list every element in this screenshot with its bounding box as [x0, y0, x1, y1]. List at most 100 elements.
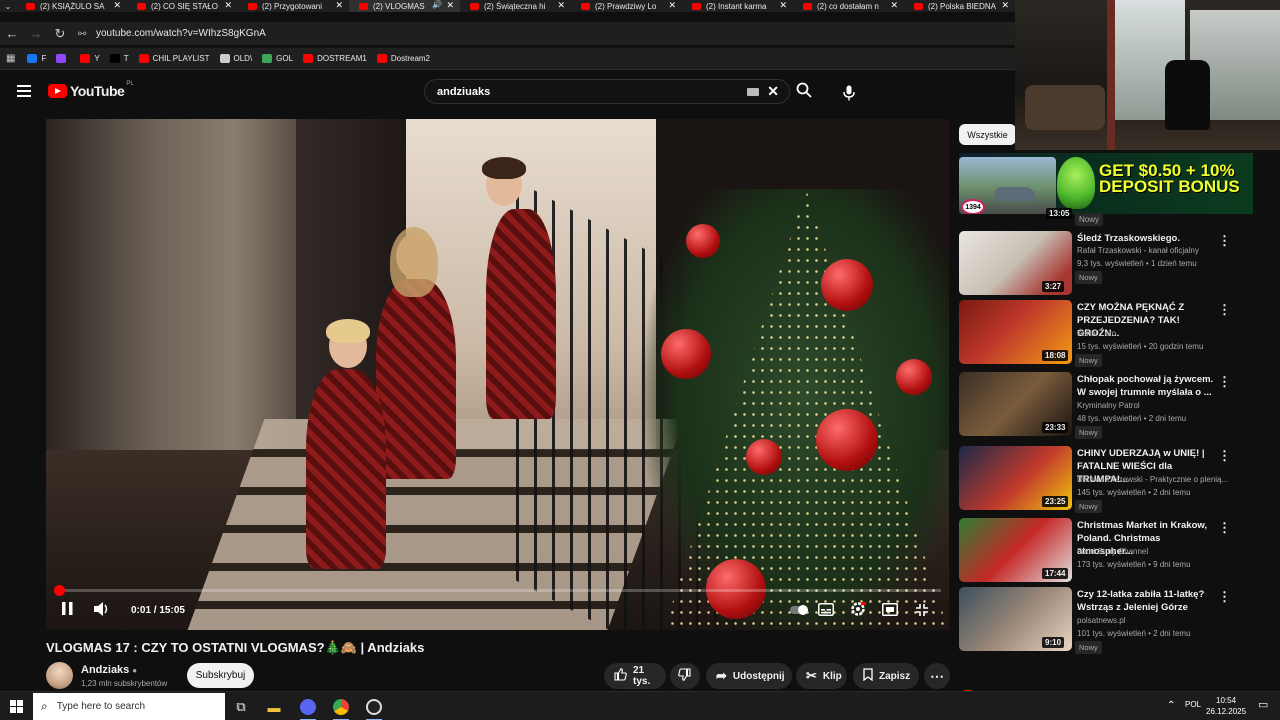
- channel-name[interactable]: Food Story Channel: [1077, 547, 1148, 556]
- new-badge: Nowy: [1075, 641, 1102, 654]
- video-title[interactable]: Chłopak pochował ją żywcem. W swojej tru…: [1077, 373, 1217, 399]
- recommended-video[interactable]: 17:44 Christmas Market in Krakow, Poland.…: [959, 518, 1239, 583]
- more-options-icon[interactable]: ⋮: [1218, 302, 1231, 318]
- clear-search-icon[interactable]: ✕: [767, 83, 779, 100]
- channel-name[interactable]: Kryminalny Patrol: [1077, 401, 1140, 410]
- like-button[interactable]: 21 tys.: [604, 663, 666, 689]
- share-button[interactable]: ➦ Udostępnij: [706, 663, 792, 689]
- bookmark[interactable]: OLD\: [219, 54, 252, 63]
- clip-button[interactable]: ✂ Klip: [796, 663, 847, 689]
- recommended-video[interactable]: 23:33 Chłopak pochował ją żywcem. W swoje…: [959, 372, 1239, 439]
- recommended-video[interactable]: 3:27 Śledź Trzaskowskiego. Rafał Trzaskows…: [959, 231, 1239, 296]
- subscribe-button[interactable]: Subskrybuj: [187, 663, 254, 688]
- more-options-icon[interactable]: ⋮: [1218, 374, 1231, 390]
- chrome-icon[interactable]: [331, 697, 351, 720]
- notifications-icon[interactable]: ▭: [1258, 698, 1268, 711]
- close-tab-icon[interactable]: ✕: [557, 0, 565, 11]
- address-bar[interactable]: ⚯ youtube.com/watch?v=WIhzS8gKGnA: [78, 28, 266, 40]
- video-meta: 9,3 tys. wyświetleń • 1 dzień temu: [1077, 259, 1197, 268]
- browser-tab[interactable]: (2) Przygotowani ✕: [238, 0, 349, 12]
- recommended-video[interactable]: 18:08 CZY MOŻNA PĘKNĄĆ Z PRZEJEDZENIA? TA…: [959, 300, 1239, 367]
- video-duration: 3:27: [1042, 281, 1065, 292]
- channel-avatar[interactable]: [46, 662, 73, 689]
- apps-grid-icon[interactable]: ▦: [6, 53, 15, 64]
- obs-icon[interactable]: [364, 697, 384, 720]
- back-icon[interactable]: ←: [0, 26, 24, 41]
- keyboard-icon[interactable]: [747, 88, 759, 96]
- volume-icon[interactable]: [94, 602, 110, 619]
- forward-icon[interactable]: →: [24, 26, 48, 41]
- search-icon[interactable]: [796, 82, 812, 102]
- taskbar-search-input[interactable]: ⌕ Type here to search: [33, 693, 225, 720]
- browser-tab[interactable]: (2) Polska BIEDNA ✕: [904, 0, 1015, 12]
- discord-icon[interactable]: [298, 697, 318, 720]
- channel-name[interactable]: Rafał Trzaskowski - kanał oficjalny: [1077, 246, 1199, 255]
- bookmark[interactable]: F: [27, 54, 46, 63]
- more-options-icon[interactable]: ⋮: [1218, 589, 1231, 605]
- fullscreen-exit-icon[interactable]: [915, 603, 929, 620]
- channel-name[interactable]: Kanał Zero: [1077, 329, 1116, 338]
- audio-playing-icon[interactable]: 🔊: [432, 0, 442, 9]
- filter-chip-all[interactable]: Wszystkie: [959, 124, 1016, 145]
- bookmark[interactable]: Dostream2: [376, 54, 430, 63]
- microphone-icon[interactable]: [835, 80, 863, 105]
- sponsored-ad[interactable]: 1394 GET $0.50 + 10% DEPOSIT BONUS: [959, 153, 1253, 214]
- system-clock[interactable]: 10:54 26.12.2025: [1206, 695, 1246, 717]
- close-tab-icon[interactable]: ✕: [113, 0, 121, 11]
- site-info-icon[interactable]: ⚯: [78, 29, 88, 40]
- close-tab-icon[interactable]: ✕: [890, 0, 898, 11]
- task-view-icon[interactable]: ⧉: [231, 697, 251, 717]
- browser-tab[interactable]: (2) Prawdziwy Lo ✕: [571, 0, 682, 12]
- close-tab-icon[interactable]: ✕: [668, 0, 676, 11]
- channel-name[interactable]: Damian Olszewski - Praktycznie o plenią.…: [1077, 475, 1228, 484]
- more-options-icon[interactable]: ⋮: [1218, 520, 1231, 536]
- settings-gear-icon[interactable]: [850, 601, 866, 620]
- bookmark[interactable]: Y: [80, 54, 100, 63]
- youtube-logo[interactable]: YouTube PL: [48, 81, 134, 99]
- youtube-favicon-icon: [470, 2, 479, 10]
- browser-tab[interactable]: (2) KSIĄŻULO SA ✕: [16, 0, 127, 12]
- more-options-icon[interactable]: ⋮: [1218, 233, 1231, 249]
- pause-icon[interactable]: [62, 602, 73, 618]
- browser-tab[interactable]: (2) Instant karma ✕: [682, 0, 793, 12]
- bookmark[interactable]: [56, 54, 70, 63]
- more-actions-icon[interactable]: ⋯: [924, 663, 950, 689]
- browser-tab[interactable]: (2) CO SIĘ STAŁO ✕: [127, 0, 238, 12]
- video-player[interactable]: 0:01 / 15:05: [46, 119, 949, 630]
- close-tab-icon[interactable]: ✕: [446, 0, 454, 11]
- youtube-header: YouTube PL andziuaks ✕: [0, 72, 1015, 112]
- video-title[interactable]: Śledź Trzaskowskiego.: [1077, 232, 1217, 245]
- browser-tab[interactable]: (2) co dostałam n ✕: [793, 0, 904, 12]
- search-input[interactable]: andziuaks ✕: [424, 79, 790, 104]
- recommended-video[interactable]: 23:25 CHINY UDERZAJĄ w UNIĘ! | FATALNE WI…: [959, 446, 1239, 513]
- theater-mode-icon[interactable]: [882, 603, 898, 619]
- browser-tab[interactable]: (2) VLOGMAS 🔊 ✕: [349, 0, 460, 12]
- file-explorer-icon[interactable]: ▬: [264, 697, 284, 717]
- more-options-icon[interactable]: ⋮: [1218, 448, 1231, 464]
- tab-search-icon[interactable]: ⌄: [0, 0, 16, 12]
- video-title[interactable]: Czy 12-latka zabiła 11-latkę? Wstrząs z …: [1077, 588, 1217, 614]
- channel-name[interactable]: Andziaks ●: [81, 664, 137, 676]
- close-tab-icon[interactable]: ✕: [1001, 0, 1009, 11]
- input-language[interactable]: POL: [1185, 700, 1201, 709]
- tray-overflow-icon[interactable]: ⌃: [1167, 700, 1175, 711]
- close-tab-icon[interactable]: ✕: [335, 0, 343, 11]
- bookmark[interactable]: DOSTREAM1: [303, 54, 367, 63]
- close-tab-icon[interactable]: ✕: [779, 0, 787, 11]
- dislike-button[interactable]: [670, 663, 700, 689]
- bookmark[interactable]: CHIL PLAYLIST: [138, 54, 210, 63]
- bookmark[interactable]: T: [109, 54, 129, 63]
- menu-icon[interactable]: [17, 85, 31, 97]
- reload-icon[interactable]: ↻: [48, 26, 72, 42]
- browser-tab[interactable]: (2) Świąteczna hi ✕: [460, 0, 571, 12]
- subtitles-icon[interactable]: [818, 603, 834, 619]
- recommended-video[interactable]: 9:10 Czy 12-latka zabiła 11-latkę? Wstrzą…: [959, 587, 1239, 654]
- bookmark[interactable]: GOL: [262, 54, 293, 63]
- autoplay-toggle-icon[interactable]: [790, 603, 808, 618]
- subscriber-count: 1,23 mln subskrybentów: [81, 679, 168, 688]
- video-duration: 17:44: [1042, 568, 1069, 579]
- save-button[interactable]: Zapisz: [853, 663, 919, 689]
- close-tab-icon[interactable]: ✕: [224, 0, 232, 11]
- channel-name[interactable]: polsatnews.pl: [1077, 616, 1125, 625]
- windows-start-icon[interactable]: [10, 700, 23, 713]
